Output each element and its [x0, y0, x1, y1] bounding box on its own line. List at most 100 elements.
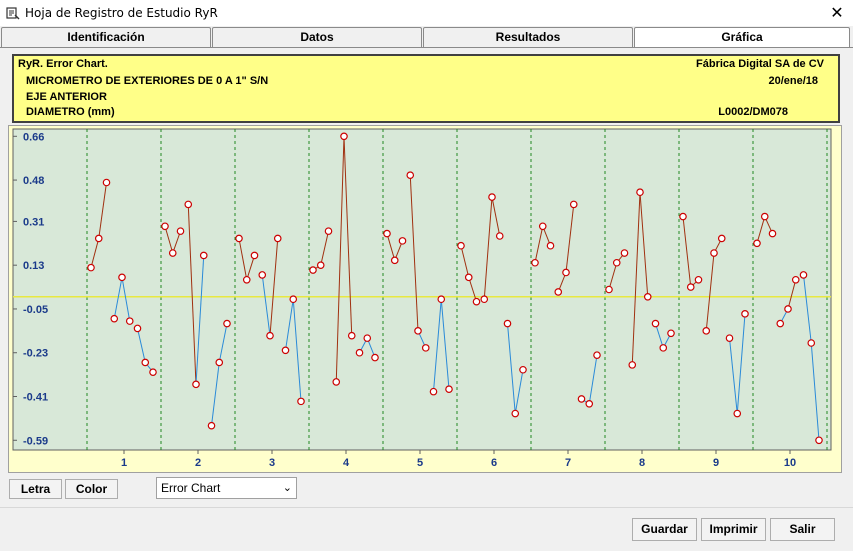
tab-strip: Identificación Datos Resultados Gráfica: [0, 27, 853, 48]
instrument-label: MICROMETRO DE EXTERIORES DE 0 A 1" S/N: [26, 75, 269, 87]
data-point: [776, 319, 785, 328]
y-tick-label: -0.59: [23, 435, 48, 447]
data-point: [429, 387, 438, 396]
data-point: [235, 234, 243, 243]
data-point: [297, 397, 305, 406]
data-point: [324, 227, 333, 235]
chart-header: RyR. Error Chart. Fábrica Digital SA de …: [12, 54, 840, 123]
data-point: [199, 251, 208, 260]
data-point: [667, 329, 675, 338]
data-point: [694, 275, 703, 284]
data-point: [768, 229, 777, 238]
data-point: [784, 305, 792, 313]
data-point: [340, 132, 348, 141]
close-icon[interactable]: ✕: [826, 2, 848, 24]
data-point: [791, 275, 800, 284]
data-point: [643, 292, 652, 301]
study-date: 20/ene/18: [768, 75, 818, 87]
data-point: [659, 344, 668, 352]
data-point: [332, 378, 341, 386]
data-point: [538, 222, 547, 231]
part-label: EJE ANTERIOR: [26, 91, 107, 103]
chart-type-value: Error Chart: [161, 481, 221, 495]
data-point: [87, 263, 95, 272]
data-point: [281, 346, 290, 355]
data-point: [250, 251, 259, 260]
data-point: [741, 310, 749, 318]
data-point: [273, 234, 282, 243]
data-point: [141, 358, 150, 367]
data-point: [445, 385, 453, 394]
x-tick-label: 3: [269, 457, 275, 469]
data-point: [717, 234, 726, 243]
data-point: [464, 273, 473, 282]
tab-identificacion[interactable]: Identificación: [1, 27, 211, 47]
data-point: [799, 271, 808, 279]
y-tick-label: 0.31: [23, 216, 44, 228]
imprimir-button[interactable]: Imprimir: [701, 518, 766, 541]
data-point: [161, 222, 169, 231]
chart-type-select[interactable]: Error Chart ⌄: [156, 477, 297, 499]
data-point: [562, 268, 570, 277]
data-point: [511, 409, 520, 418]
data-point: [355, 348, 364, 357]
data-point: [125, 317, 134, 325]
data-point: [347, 331, 356, 340]
data-point: [207, 421, 216, 430]
data-point: [383, 229, 391, 238]
data-point: [149, 368, 157, 376]
chevron-down-icon: ⌄: [282, 482, 292, 494]
x-tick-label: 6: [491, 457, 497, 469]
tab-resultados[interactable]: Resultados: [423, 27, 633, 47]
data-point: [316, 261, 325, 269]
x-tick-label: 2: [195, 457, 201, 469]
data-point: [488, 193, 496, 201]
data-point: [733, 409, 742, 418]
data-point: [223, 319, 231, 328]
color-button[interactable]: Color: [65, 479, 118, 499]
x-tick-label: 9: [713, 457, 719, 469]
letra-button[interactable]: Letra: [9, 479, 62, 499]
window-title: Hoja de Registro de Estudio RyR: [25, 6, 218, 20]
y-tick-label: 0.66: [23, 131, 44, 143]
data-point: [651, 319, 660, 328]
data-point: [760, 212, 769, 221]
window-titlebar: Hoja de Registro de Estudio RyR ✕: [0, 0, 853, 26]
data-point: [628, 361, 637, 369]
data-point: [102, 178, 111, 187]
tab-datos[interactable]: Datos: [212, 27, 422, 47]
x-tick-label: 7: [565, 457, 571, 469]
data-point: [519, 365, 527, 374]
data-point: [503, 319, 512, 328]
data-point: [258, 271, 267, 279]
data-point: [215, 358, 224, 367]
data-point: [585, 399, 594, 408]
x-tick-label: 5: [417, 457, 423, 469]
data-point: [266, 331, 274, 340]
data-point: [620, 249, 629, 257]
data-point: [554, 288, 563, 296]
data-point: [546, 241, 555, 250]
data-point: [390, 256, 399, 265]
data-point: [414, 327, 422, 335]
data-point: [437, 295, 446, 304]
data-point: [569, 200, 578, 209]
data-point: [398, 237, 407, 245]
data-point: [289, 295, 298, 304]
data-point: [605, 285, 613, 294]
y-tick-label: -0.23: [23, 348, 48, 360]
x-tick-label: 10: [784, 457, 796, 469]
chart-name: RyR. Error Chart.: [18, 58, 108, 70]
data-point: [815, 436, 823, 445]
data-point: [686, 283, 695, 291]
footer-divider: [0, 507, 853, 508]
data-point: [421, 344, 430, 352]
data-point: [753, 239, 761, 248]
salir-button[interactable]: Salir: [770, 518, 835, 541]
data-point: [309, 266, 317, 274]
data-point: [406, 171, 415, 180]
tab-grafica[interactable]: Gráfica: [634, 27, 850, 48]
guardar-button[interactable]: Guardar: [632, 518, 697, 541]
app-icon: [6, 7, 20, 20]
data-point: [184, 200, 193, 209]
